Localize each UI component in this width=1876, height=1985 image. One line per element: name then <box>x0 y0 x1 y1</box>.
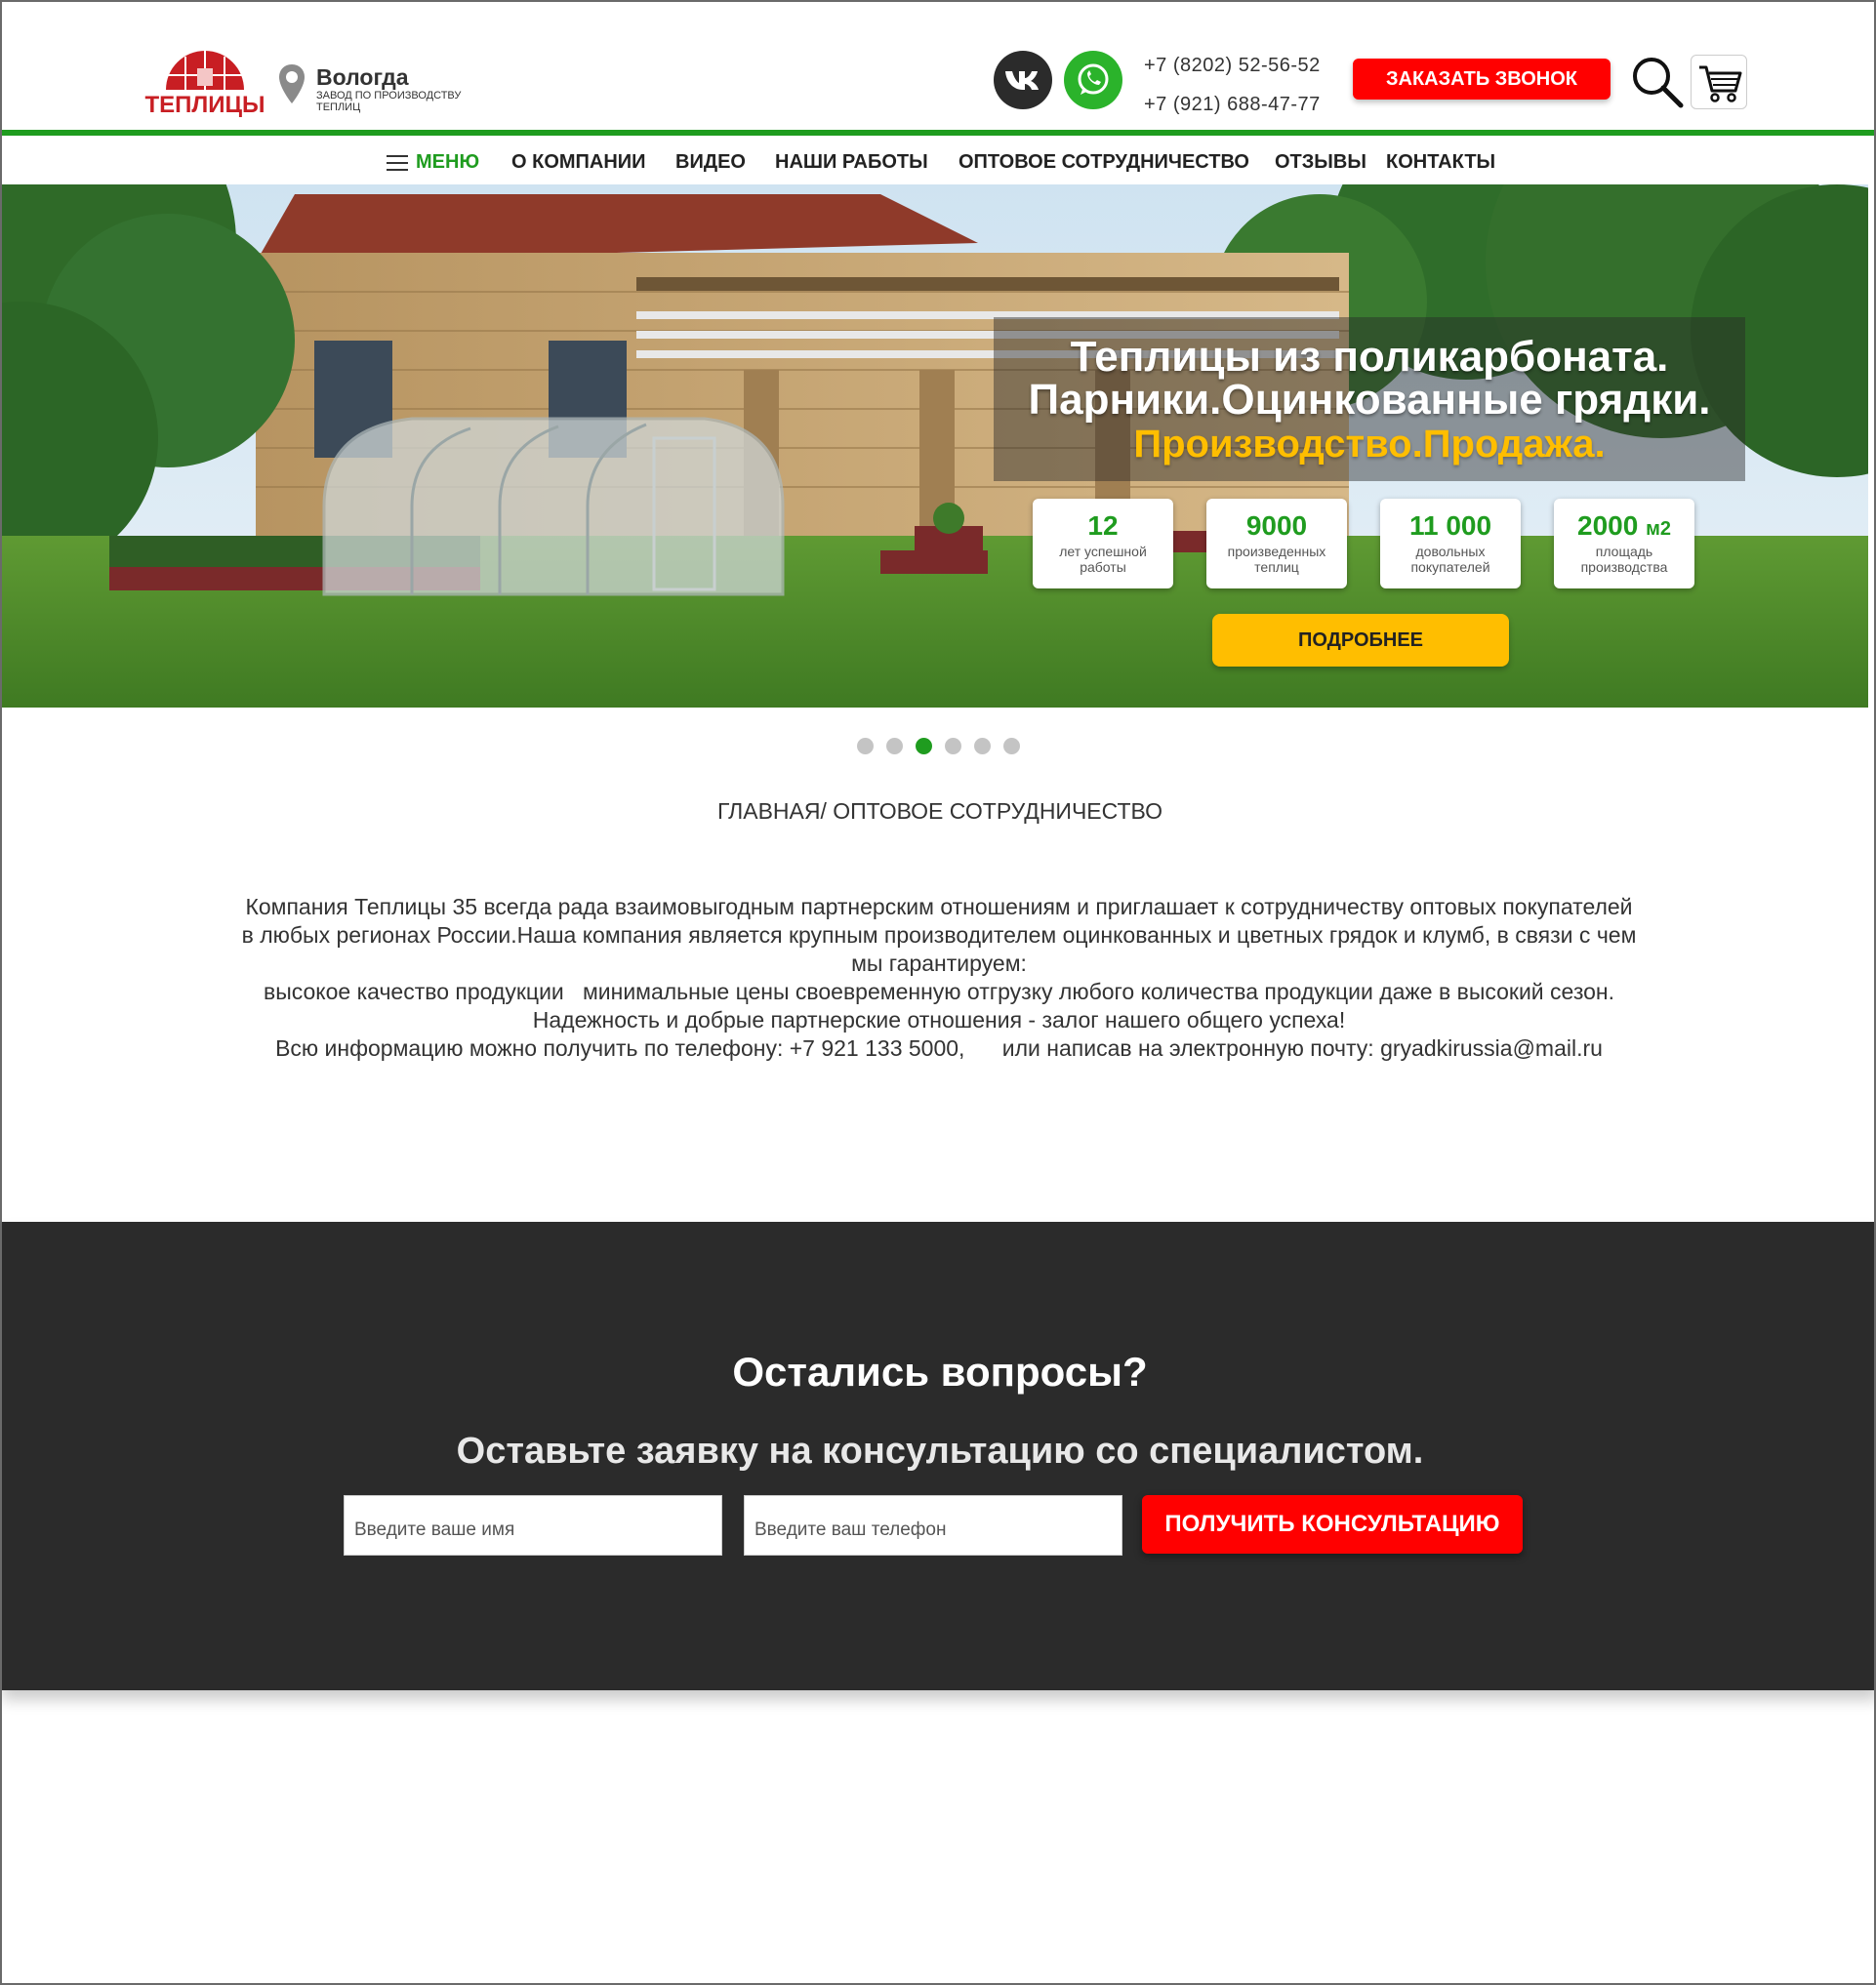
page-content: Компания Теплицы 35 всегда рада взаимовы… <box>187 893 1691 1063</box>
nav-item-about[interactable]: О КОМПАНИИ <box>511 151 646 174</box>
phone-number-1[interactable]: +7 (8202) 52-56-52 <box>1144 55 1321 77</box>
company-logo[interactable]: ТЕПЛИЦЫ <box>137 21 273 119</box>
stat-label: произведенных теплиц <box>1227 544 1326 575</box>
content-line: Надежность и добрые партнерские отношени… <box>532 1007 1346 1033</box>
nav-item-wholesale[interactable]: ОПТОВОЕ СОТРУДНИЧЕСТВО <box>958 151 1249 174</box>
hero-title-line-2: Парники.Оцинкованные грядки. <box>1028 376 1711 424</box>
slider-dot[interactable] <box>857 738 874 754</box>
vk-button[interactable] <box>994 51 1052 109</box>
content-line: Всю информацию можно получить по телефон… <box>275 1035 1603 1061</box>
stat-card-area: 2000 м2 площадь производства <box>1554 499 1694 588</box>
consultation-subtitle: Оставьте заявку на консультацию со специ… <box>456 1431 1424 1472</box>
content-line: высокое качество продукции минимальные ц… <box>264 979 1614 1004</box>
slider-dots <box>857 738 1020 754</box>
whatsapp-button[interactable] <box>1064 51 1122 109</box>
nav-menu-label: МЕНЮ <box>416 151 480 173</box>
hamburger-icon <box>387 154 408 171</box>
phone-input[interactable]: Введите ваш телефон <box>744 1495 1122 1556</box>
location-pin-icon <box>279 64 305 103</box>
stat-label: лет успешной работы <box>1059 544 1147 575</box>
hero-slider: Теплицы из поликарбоната. Парники.Оцинко… <box>2 184 1868 708</box>
consultation-title: Остались вопросы? <box>732 1349 1148 1395</box>
nav-item-video[interactable]: ВИДЕО <box>675 151 746 174</box>
stat-number: 12 <box>1087 510 1119 541</box>
vk-icon <box>1005 71 1039 90</box>
stat-label: площадь производства <box>1580 544 1668 575</box>
logo-text: ТЕПЛИЦЫ <box>144 92 265 118</box>
nav-item-works[interactable]: НАШИ РАБОТЫ <box>775 151 928 174</box>
content-line: в любых регионах России.Наша компания яв… <box>241 922 1637 948</box>
search-icon[interactable] <box>1630 55 1685 109</box>
phone-number-2[interactable]: +7 (921) 688-47-77 <box>1144 94 1321 116</box>
stat-number: 9000 <box>1245 510 1308 541</box>
content-line: мы гарантируем: <box>851 951 1027 976</box>
name-input[interactable]: Введите ваше имя <box>344 1495 722 1556</box>
nav-item-contacts[interactable]: КОНТАКТЫ <box>1386 151 1495 174</box>
hero-title-line-3: Производство.Продажа. <box>1133 423 1606 466</box>
breadcrumb[interactable]: ГЛАВНАЯ/ ОПТОВОЕ СОТРУДНИЧЕСТВО <box>2 798 1874 825</box>
whatsapp-icon <box>1078 63 1109 95</box>
stat-number: 2000 м2 <box>1577 510 1671 541</box>
stat-card-customers: 11 000 довольных покупателей <box>1380 499 1521 588</box>
content-line: Компания Теплицы 35 всегда рада взаимовы… <box>245 894 1633 919</box>
stat-label: довольных покупателей <box>1410 544 1490 575</box>
cart-icon <box>1699 65 1742 102</box>
stat-number: 11 000 <box>1408 510 1492 541</box>
slider-dot-active[interactable] <box>916 738 932 754</box>
page-frame: ТЕПЛИЦЫ Вологда ЗАВОД ПО ПРОИЗВОДСТВУ ТЕ… <box>0 0 1876 1985</box>
main-nav: МЕНЮ О КОМПАНИИ ВИДЕО НАШИ РАБОТЫ ОПТОВО… <box>2 136 1874 184</box>
slider-dot[interactable] <box>1003 738 1020 754</box>
get-consultation-button[interactable]: ПОЛУЧИТЬ КОНСУЛЬТАЦИЮ <box>1142 1495 1523 1554</box>
slider-dot[interactable] <box>886 738 903 754</box>
city-name[interactable]: Вологда <box>316 64 409 91</box>
city-subtitle: ЗАВОД ПО ПРОИЗВОДСТВУ ТЕПЛИЦ <box>316 90 462 113</box>
more-details-button[interactable]: ПОДРОБНЕЕ <box>1212 614 1509 667</box>
stat-card-years: 12 лет успешной работы <box>1033 499 1173 588</box>
cart-button[interactable] <box>1691 55 1747 109</box>
consultation-section: Остались вопросы? Оставьте заявку на кон… <box>2 1222 1874 1690</box>
nav-item-reviews[interactable]: ОТЗЫВЫ <box>1275 151 1366 174</box>
nav-menu-button[interactable]: МЕНЮ <box>387 151 479 174</box>
slider-dot[interactable] <box>974 738 991 754</box>
stat-unit: м2 <box>1646 518 1671 540</box>
hero-title-line-1: Теплицы из поликарбоната. <box>1070 333 1669 381</box>
stat-card-greenhouses: 9000 произведенных теплиц <box>1206 499 1347 588</box>
slider-dot[interactable] <box>945 738 961 754</box>
order-call-button[interactable]: ЗАКАЗАТЬ ЗВОНОК <box>1353 59 1611 100</box>
site-header: ТЕПЛИЦЫ Вологда ЗАВОД ПО ПРОИЗВОДСТВУ ТЕ… <box>2 2 1874 131</box>
